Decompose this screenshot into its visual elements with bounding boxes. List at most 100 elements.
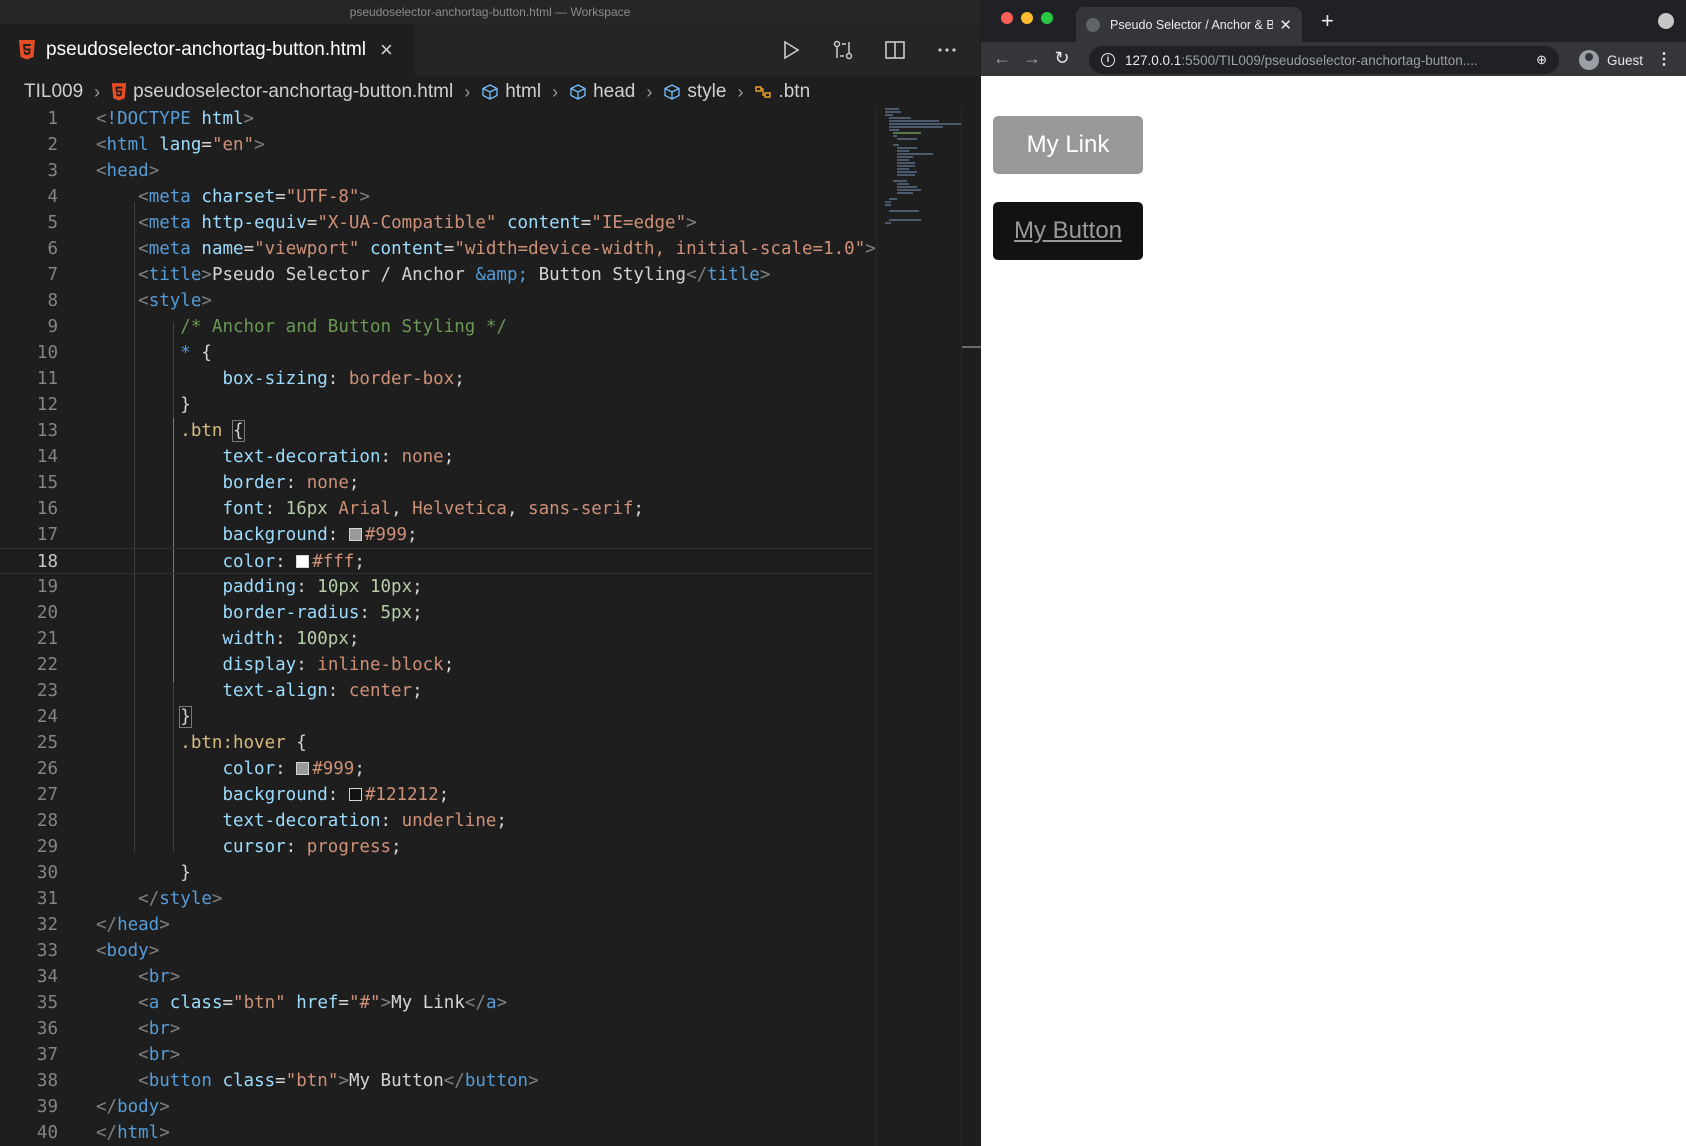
minimap-line (897, 147, 917, 149)
code-line: 10 * { (36, 343, 212, 363)
minimap-line (889, 120, 939, 122)
code-line: 29 cursor: progress; (36, 837, 402, 857)
code-line: 36 <br> (36, 1019, 181, 1039)
split-editor-icon[interactable] (882, 37, 908, 63)
minimap-line (897, 138, 917, 140)
profile-button[interactable]: Guest (1571, 46, 1651, 74)
minimap[interactable] (876, 106, 961, 1146)
zoom-icon[interactable]: ⊕ (1536, 52, 1547, 68)
code-line: 39 </body> (36, 1097, 170, 1117)
code-editor[interactable]: 1 <!DOCTYPE html> 2 <html lang="en"> 3 <hea… (0, 106, 876, 1146)
close-window-button[interactable] (1001, 12, 1013, 24)
minimap-line (885, 114, 893, 116)
breadcrumb-item-folder[interactable]: TIL009 (24, 81, 83, 103)
symbol-element-icon (482, 84, 498, 100)
window-title: pseudoselector-anchortag-button.html — W… (0, 0, 980, 24)
minimap-line (897, 171, 917, 173)
color-swatch[interactable] (348, 788, 362, 801)
run-icon[interactable] (778, 37, 804, 63)
chevron-right-icon: › (737, 81, 744, 102)
close-icon[interactable]: ✕ (1279, 16, 1292, 34)
minimap-line (897, 168, 909, 170)
code-line: 6 <meta name="viewport" content="width=d… (47, 239, 876, 259)
maximize-window-button[interactable] (1041, 12, 1053, 24)
minimap-line (897, 162, 915, 164)
window-controls (1001, 12, 1053, 24)
minimap-line (897, 165, 915, 167)
minimap-line (885, 204, 891, 206)
minimap-line (897, 153, 933, 155)
breadcrumb-item-html[interactable]: html (481, 81, 541, 103)
breadcrumb-item-style[interactable]: style (663, 81, 726, 103)
breadcrumb: TIL009 › pseudoselector-anchortag-button… (0, 76, 980, 108)
code-line: 35 <a class="btn" href="#">My Link</a> (36, 993, 508, 1013)
minimap-line (897, 186, 917, 188)
tab-search-icon[interactable] (1658, 13, 1674, 29)
vscode-window: pseudoselector-anchortag-button.html — W… (0, 0, 981, 1146)
browser-tab[interactable]: Pseudo Selector / Anchor & Bu ✕ (1076, 7, 1302, 42)
globe-icon (1086, 17, 1100, 32)
my-button[interactable]: My Button (993, 202, 1143, 260)
more-actions-icon[interactable] (934, 37, 960, 63)
editor-actions (778, 24, 960, 76)
breadcrumb-item-btn[interactable]: .btn (754, 81, 810, 103)
symbol-element-icon (664, 84, 681, 100)
code-line: 9 /* Anchor and Button Styling */ (47, 317, 507, 337)
code-line: 12 } (36, 395, 191, 415)
profile-label: Guest (1607, 52, 1644, 68)
compare-changes-icon[interactable] (830, 37, 856, 63)
kebab-menu-icon[interactable]: ⋮ (1656, 49, 1672, 69)
code-line: 33 <body> (36, 941, 160, 961)
minimap-line (889, 210, 919, 212)
minimap-line (893, 132, 921, 134)
close-icon[interactable]: × (380, 39, 393, 61)
color-swatch[interactable] (296, 555, 310, 568)
my-link-anchor[interactable]: My Link (993, 116, 1143, 174)
page-viewport: My Link My Button (981, 76, 1686, 1146)
forward-arrow-icon[interactable]: → (1021, 48, 1043, 69)
url-path: :5500/TIL009/pseudoselector-anchortag-bu… (1181, 52, 1478, 68)
code-line: 22 display: inline-block; (36, 655, 455, 675)
code-line: 13 .btn { (36, 420, 245, 442)
breadcrumb-item-file[interactable]: pseudoselector-anchortag-button.html (111, 81, 453, 103)
browser-tab-strip: Pseudo Selector / Anchor & Bu ✕ + (981, 0, 1686, 42)
color-swatch[interactable] (296, 762, 310, 775)
minimap-line (889, 198, 897, 200)
minimap-line (889, 117, 911, 119)
reload-icon[interactable]: ↻ (1051, 48, 1073, 69)
minimap-line (897, 189, 921, 191)
minimap-line (893, 180, 907, 182)
address-bar[interactable]: i 127.0.0.1 :5500/TIL009/pseudoselector-… (1089, 46, 1559, 74)
editor-tab-label: pseudoselector-anchortag-button.html (46, 39, 367, 60)
html5-file-icon (19, 40, 35, 60)
chevron-right-icon: › (552, 81, 559, 102)
back-arrow-icon[interactable]: ← (991, 48, 1013, 69)
browser-window: Pseudo Selector / Anchor & Bu ✕ + ← → ↻ … (981, 0, 1686, 1146)
code-line: 15 border: none; (36, 473, 360, 493)
code-line-current: 18 color: #fff; (0, 548, 872, 574)
color-swatch[interactable] (348, 528, 362, 541)
minimap-line (885, 222, 891, 224)
code-line: 24 } (36, 706, 192, 728)
code-line: 40 </html> (36, 1123, 170, 1143)
code-line: 38 <button class="btn">My Button</button… (36, 1071, 539, 1091)
code-line: 25 .btn:hover { (36, 733, 307, 753)
avatar (1579, 50, 1599, 70)
new-tab-plus-icon[interactable]: + (1321, 8, 1334, 34)
breadcrumb-btn-label: .btn (778, 81, 811, 102)
minimize-window-button[interactable] (1021, 12, 1033, 24)
minimap-line (897, 183, 909, 185)
editor-tab[interactable]: pseudoselector-anchortag-button.html × (0, 24, 415, 76)
code-line: 4 <meta charset="UTF-8"> (47, 187, 371, 207)
minimap-line (889, 129, 899, 131)
code-line: 8 <style> (47, 291, 212, 311)
breadcrumb-item-head[interactable]: head (569, 81, 635, 103)
vertical-scrollbar[interactable] (961, 106, 981, 1146)
minimap-line (897, 150, 909, 152)
info-icon[interactable]: i (1101, 53, 1115, 67)
minimap-line (897, 159, 909, 161)
code-line: 26 color: #999; (36, 759, 365, 779)
minimap-line (897, 156, 913, 158)
browser-tab-title: Pseudo Selector / Anchor & Bu (1110, 17, 1274, 32)
code-line: 32 </head> (36, 915, 170, 935)
